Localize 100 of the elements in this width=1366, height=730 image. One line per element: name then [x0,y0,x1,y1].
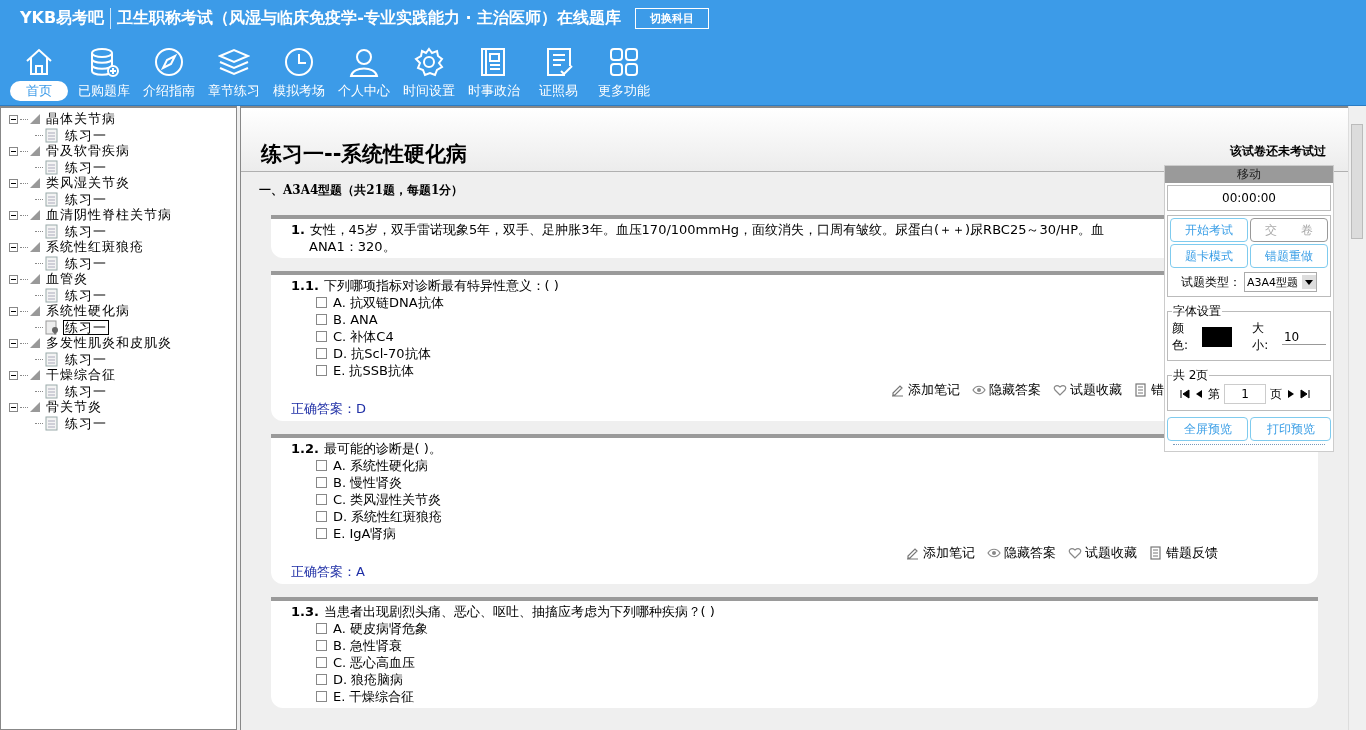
caret-icon [1302,275,1316,289]
panel-header[interactable]: 移动 [1165,166,1333,183]
heart-icon [1068,546,1082,560]
eye-icon [972,383,986,397]
folder-icon [30,178,40,188]
scrollbar[interactable] [1348,106,1366,730]
question-text: 1. 女性，45岁，双手雷诺现象5年，双手、足肿胀3年。血压170/100mmHg，面纹消失，口周有皱纹。尿蛋白(＋＋)尿RBC25～30/HP。血 [291,221,1104,238]
paper-title: 练习一--系统性硬化病 [261,141,468,168]
document-icon [45,351,59,367]
tree-item[interactable]: 多发性肌炎和皮肌炎 [46,334,172,352]
tree-item[interactable]: 练习一 [63,127,109,143]
collapse-icon[interactable] [9,402,18,412]
collapse-icon[interactable] [9,274,18,284]
next-page-icon[interactable] [1286,389,1296,399]
checkbox[interactable] [316,365,327,376]
action-link[interactable]: 错题反馈 [1149,544,1218,562]
collapse-icon[interactable] [9,242,18,252]
tree-item[interactable]: 练习一 [63,191,109,207]
tree-item[interactable]: 练习一 [63,255,109,271]
tree-item[interactable]: 练习一 [63,415,109,431]
document-icon [45,255,59,271]
collapse-icon[interactable] [9,178,18,188]
checkbox[interactable] [316,477,327,488]
page-field[interactable]: 1 [1224,384,1266,404]
folder-icon [30,370,40,380]
checkbox[interactable] [316,297,327,308]
tree-item[interactable]: 干燥综合征 [46,366,116,384]
checkbox[interactable] [316,691,327,702]
collapse-icon[interactable] [9,338,18,348]
field-label: 试题类型： [1180,273,1241,291]
action-link[interactable]: 试题收藏 [1053,381,1122,399]
option-text: E. IgA肾病 [333,524,397,543]
size-field[interactable]: 10 [1282,329,1326,345]
checkbox[interactable] [316,348,327,359]
tree-item[interactable]: 练习一 [63,223,109,239]
tree-item[interactable]: 练习一 [63,159,109,175]
tree-item[interactable]: 晶体关节病 [46,110,116,128]
document-icon [45,191,59,207]
tree-item[interactable]: 骨及软骨疾病 [46,142,130,160]
last-page-icon[interactable] [1300,389,1310,399]
tree-item[interactable]: 系统性硬化病 [46,302,130,320]
option-text: A. 硬皮病肾危象 [333,619,428,638]
option-text: D. 系统性红斑狼疮 [333,507,443,526]
checkbox[interactable] [316,494,327,505]
tree-item[interactable]: 骨关节炎 [46,398,102,416]
collapse-icon[interactable] [9,114,18,124]
tree-item[interactable]: 练习一 [63,319,109,335]
document-icon [45,127,59,143]
checkbox[interactable] [316,314,327,325]
collapse-icon[interactable] [9,370,18,380]
question-text: 1.2. 最可能的诊断是( )。 [291,440,442,457]
folder-icon [30,114,40,124]
scrollbar-thumb[interactable] [1351,124,1363,239]
tree-item[interactable]: 血清阴性脊柱关节病 [46,206,172,224]
tree-item[interactable]: 类风湿关节炎 [46,174,130,192]
tree-item[interactable]: 练习一 [63,287,109,303]
checkbox[interactable] [316,528,327,539]
option-text: D. 狼疮脑病 [333,670,404,689]
checkbox[interactable] [316,511,327,522]
collapse-icon[interactable] [9,146,18,156]
document-icon [1134,383,1148,397]
document-icon [45,159,59,175]
question-text: ANA1：320。 [308,238,396,255]
tree-item[interactable]: 系统性红斑狼疮 [46,238,144,256]
type-dropdown[interactable]: A3A4型题 [1243,272,1317,292]
action-link[interactable]: 添加笔记 [906,544,975,562]
option-text: A. 抗双链DNA抗体 [333,293,444,312]
checkbox[interactable] [316,460,327,471]
checkbox[interactable] [316,331,327,342]
document-icon [45,415,59,431]
action-link[interactable]: 隐藏答案 [972,381,1041,399]
checkbox[interactable] [316,640,327,651]
action-link[interactable]: 添加笔记 [891,381,960,399]
collapse-icon[interactable] [9,210,18,220]
first-page-icon[interactable] [1180,389,1190,399]
field-label: 颜色: [1172,320,1190,354]
pencil-icon [906,546,920,560]
action-link[interactable]: 试题收藏 [1068,544,1137,562]
checkbox[interactable] [316,623,327,634]
checkbox[interactable] [316,674,327,685]
option-text: E. 干燥综合征 [333,687,415,706]
checkbox[interactable] [316,657,327,668]
collapse-icon[interactable] [9,306,18,316]
tree-item[interactable]: 练习一 [63,383,109,399]
previous-page-icon[interactable] [1194,389,1204,399]
document-icon [1149,546,1163,560]
timer: 00:00:00 [1167,185,1331,211]
document-pin-icon [45,319,59,335]
action-link[interactable]: 错 [1134,381,1164,399]
layers-icon [217,46,250,78]
folder-icon [30,402,40,412]
page-label: 页 [1270,385,1282,403]
tree-item[interactable]: 血管炎 [46,270,88,288]
color-swatch[interactable] [1201,327,1233,347]
group-title: 共 2页 [1173,368,1209,382]
correct-answer: 正确答案：D [291,400,366,418]
tree-item[interactable]: 练习一 [63,351,109,367]
option-text: E. 抗SSB抗体 [333,361,414,380]
action-link[interactable]: 隐藏答案 [987,544,1056,562]
folder-icon [30,274,40,284]
